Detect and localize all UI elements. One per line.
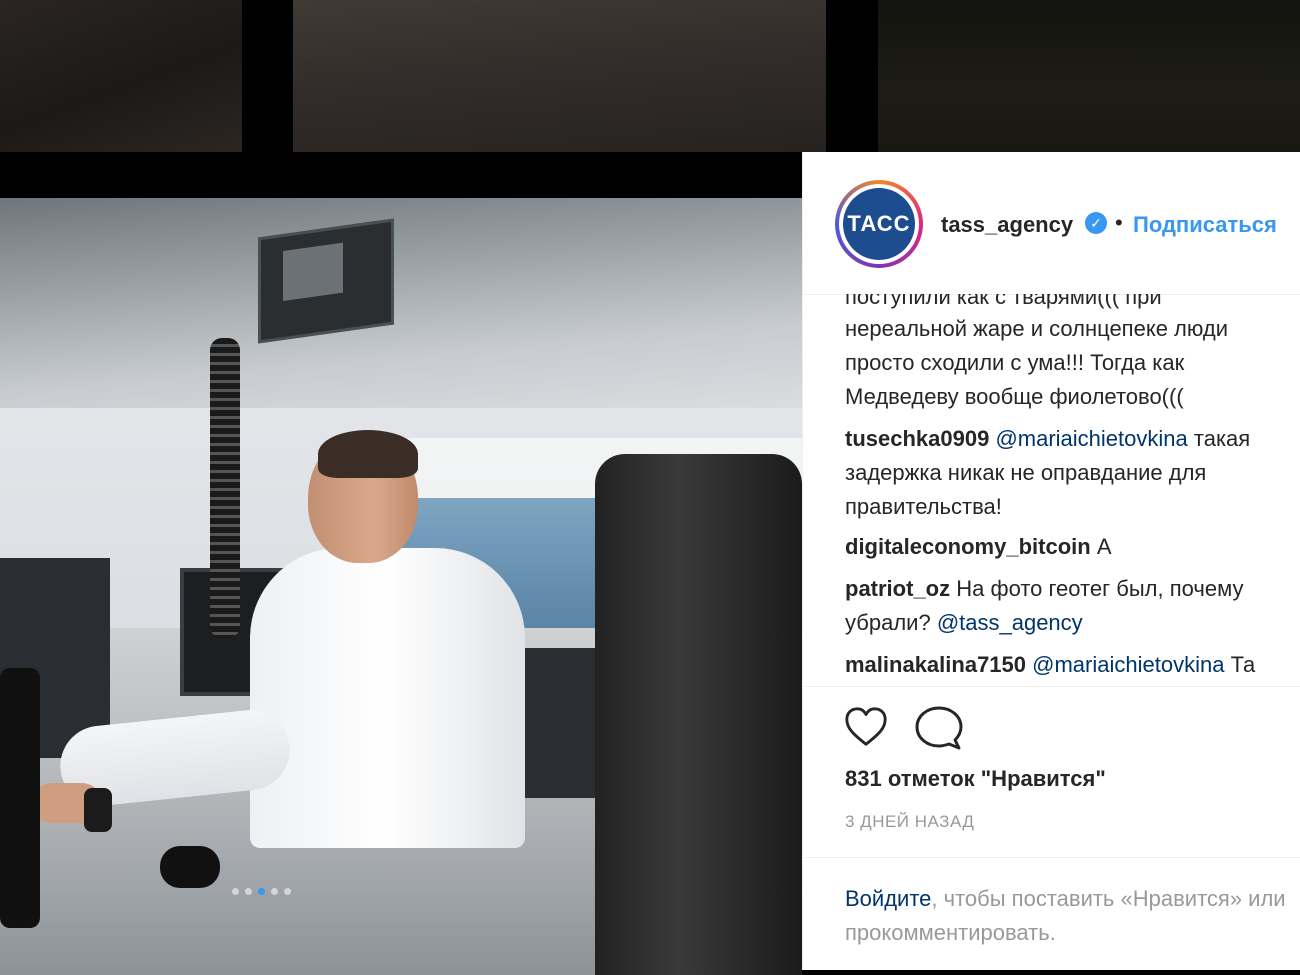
comment-mention[interactable]: @mariaichietovkina	[1032, 652, 1224, 677]
background-post-thumbnail[interactable]	[293, 0, 826, 152]
username-link[interactable]: tass_agency	[941, 212, 1073, 238]
coiled-cord	[210, 338, 240, 638]
follow-button[interactable]: Подписаться	[1133, 212, 1277, 238]
person-shirt	[250, 548, 525, 848]
comment-line: Медведеву вообще фиолетово(((	[845, 384, 1184, 409]
post-actions: 831 отметок "Нравится" 3 ДНЕЙ НАЗАД	[803, 686, 1300, 866]
carousel-indicator	[232, 888, 291, 895]
comment-mention[interactable]: @tass_agency	[937, 610, 1083, 635]
comment-line: нереальной жаре и солнцепеке люди	[845, 316, 1229, 341]
comment-username[interactable]: digitaleconomy_bitcoin	[845, 534, 1091, 559]
comment: malinakalina7150 @mariaichietovkina Та	[845, 652, 1256, 677]
login-prompt: Войдите, чтобы поставить «Нравится» или …	[803, 857, 1300, 971]
comment-username[interactable]: patriot_oz	[845, 576, 950, 601]
likes-count[interactable]: 831 отметок "Нравится"	[845, 766, 1106, 792]
separator-dot: •	[1115, 210, 1123, 235]
comment-bubble-icon[interactable]	[915, 704, 963, 752]
carousel-dot-active	[258, 888, 265, 895]
person-hair	[318, 430, 418, 478]
comment-line: правительства!	[845, 494, 1002, 519]
comment-line: просто сходили с ума!!! Тогда как	[845, 350, 1185, 375]
carousel-dot	[245, 888, 252, 895]
microphone	[0, 668, 40, 928]
heart-icon[interactable]	[843, 704, 889, 750]
comment: digitaleconomy_bitcoin А	[845, 534, 1112, 559]
microphone	[160, 846, 220, 888]
comments-list[interactable]: поступили как с тварями((( при нереально…	[803, 294, 1300, 687]
comment-username[interactable]: tusechka0909	[845, 426, 989, 451]
post-header: ТАСС tass_agency ✓ • Подписаться	[803, 152, 1300, 295]
post-sidebar: ТАСС tass_agency ✓ • Подписаться поступи…	[802, 152, 1300, 970]
comment-line: задержка никак не оправдание для	[845, 460, 1207, 485]
radio-unit	[258, 218, 394, 344]
post-photo[interactable]	[0, 198, 802, 975]
comment-line: поступили как с тварями((( при	[845, 294, 1162, 309]
carousel-dot	[232, 888, 239, 895]
background-post-thumbnail[interactable]	[0, 0, 242, 152]
post-timestamp[interactable]: 3 ДНЕЙ НАЗАД	[845, 812, 974, 832]
comment: patriot_oz На фото геотег был, почему	[845, 576, 1244, 601]
comment-line: убрали? @tass_agency	[845, 610, 1083, 635]
wristwatch	[84, 788, 112, 832]
comment-username[interactable]: malinakalina7150	[845, 652, 1026, 677]
comment-mention[interactable]: @mariaichietovkina	[995, 426, 1187, 451]
verified-badge-icon: ✓	[1085, 212, 1107, 234]
comment: tusechka0909 @mariaichietovkina такая	[845, 426, 1251, 451]
captain-seat	[595, 454, 802, 975]
cockpit-ceiling	[0, 198, 802, 408]
carousel-dot	[271, 888, 278, 895]
avatar[interactable]: ТАСС	[843, 188, 915, 260]
background-post-thumbnail[interactable]	[878, 0, 1300, 152]
carousel-dot	[284, 888, 291, 895]
login-link[interactable]: Войдите	[845, 886, 931, 911]
